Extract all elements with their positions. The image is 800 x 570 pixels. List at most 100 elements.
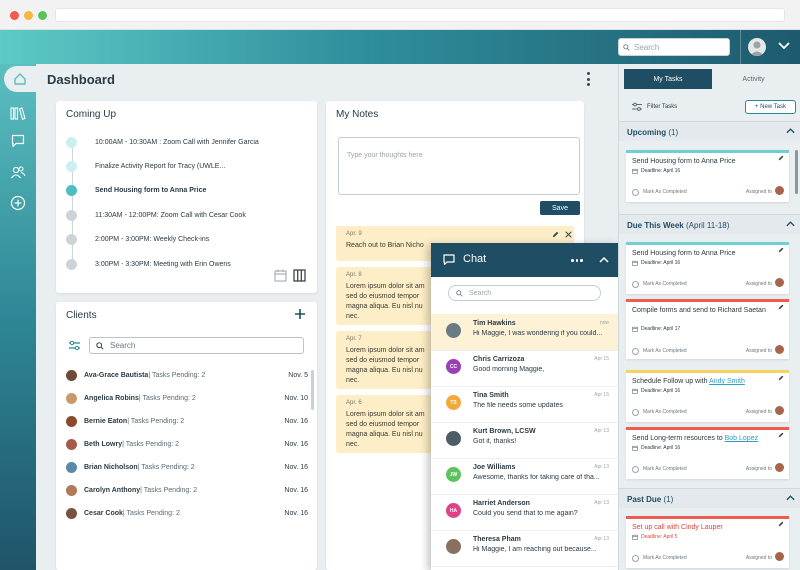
mark-completed-checkbox[interactable]: Mark As Completed bbox=[632, 347, 722, 355]
calendar-icon[interactable] bbox=[274, 269, 287, 282]
task-status-strip bbox=[626, 427, 789, 430]
edit-pencil-icon[interactable] bbox=[778, 155, 784, 161]
edit-pencil-icon[interactable] bbox=[778, 432, 784, 438]
task-card[interactable]: Send Long-term resources to Bob Lopez Dea… bbox=[626, 427, 789, 479]
task-card[interactable]: Send Housing form to Anna Price Deadline:… bbox=[626, 150, 789, 202]
chat-message-row[interactable]: Theresa Pham Hi Maggie, I am reaching out… bbox=[431, 530, 618, 567]
chevron-down-icon[interactable] bbox=[778, 42, 790, 50]
filter-sliders-icon[interactable] bbox=[631, 102, 643, 112]
mark-completed-checkbox[interactable]: Mark As Completed bbox=[632, 280, 722, 288]
new-task-button[interactable]: + New Task bbox=[745, 100, 796, 114]
client-row[interactable]: Angelica Robins | Tasks Pending: 2 Nov. 1… bbox=[66, 391, 308, 405]
user-avatar[interactable] bbox=[748, 38, 766, 56]
filter-sliders-icon[interactable] bbox=[68, 340, 81, 352]
section-upcoming-label: Upcoming bbox=[627, 128, 667, 137]
address-bar[interactable] bbox=[55, 8, 785, 22]
chat-message-row[interactable]: Tim Hawkins Hi Maggie, I was wondering if… bbox=[431, 314, 618, 351]
chevron-up-icon[interactable] bbox=[786, 127, 795, 134]
mark-completed-checkbox[interactable]: Mark As Completed bbox=[632, 554, 722, 562]
timeline-item[interactable]: 10:00AM - 10:30AM : Zoom Call with Jenni… bbox=[66, 135, 306, 149]
client-row[interactable]: Ava-Grace Bautista | Tasks Pending: 2 Nov… bbox=[66, 368, 308, 382]
timeline-item[interactable]: Finalize Activity Report for Tracy (UWLE… bbox=[66, 159, 306, 173]
calendar-icon bbox=[632, 445, 638, 451]
nav-library[interactable] bbox=[9, 104, 27, 122]
chat-sender-name: Joe Williams bbox=[473, 464, 516, 471]
chat-more-icon[interactable] bbox=[571, 259, 583, 262]
timeline-item[interactable]: 11:30AM - 12:00PM: Zoom Call with Cesar … bbox=[66, 208, 306, 222]
chevron-up-icon[interactable] bbox=[786, 220, 795, 227]
assignee-avatar[interactable] bbox=[775, 406, 784, 415]
tab-activity[interactable]: Activity bbox=[712, 69, 795, 89]
client-row[interactable]: Beth Lowry | Tasks Pending: 2 Nov. 16 bbox=[66, 437, 308, 451]
client-date: Nov. 16 bbox=[284, 509, 308, 517]
assignee-avatar[interactable] bbox=[775, 186, 784, 195]
filter-tasks-label[interactable]: Filter Tasks bbox=[647, 104, 677, 110]
edit-pencil-icon[interactable] bbox=[778, 375, 784, 381]
section-past-due-label: Past Due bbox=[627, 495, 662, 504]
chat-message-row[interactable]: HA Harriet Anderson Could you send that to… bbox=[431, 494, 618, 531]
task-card[interactable]: Schedule Follow up with Andy Smith Deadli… bbox=[626, 370, 789, 422]
assignee-avatar[interactable] bbox=[775, 278, 784, 287]
timeline-item-text: Finalize Activity Report for Tracy (UWLE… bbox=[95, 162, 226, 170]
chat-avatar bbox=[446, 323, 461, 338]
nav-messages[interactable] bbox=[9, 132, 27, 150]
coming-up-card: Coming Up 10:00AM - 10:30AM : Zoom Call … bbox=[56, 101, 317, 293]
mark-completed-checkbox[interactable]: Mark As Completed bbox=[632, 408, 722, 416]
edit-pencil-icon[interactable] bbox=[778, 304, 784, 310]
chat-message-time: Apr 13 bbox=[594, 500, 609, 506]
chevron-up-icon[interactable] bbox=[599, 256, 609, 263]
timeline-item[interactable]: 2:00PM - 3:00PM: Weekly Check-ins bbox=[66, 232, 306, 246]
client-row[interactable]: Cesar Cook | Tasks Pending: 2 Nov. 16 bbox=[66, 506, 308, 520]
task-card[interactable]: Send Housing form to Anna Price Deadline:… bbox=[626, 242, 789, 294]
window-close-dot[interactable] bbox=[10, 11, 19, 20]
chat-message-row[interactable]: TS Tina Smith The file needs some updates A… bbox=[431, 386, 618, 423]
edit-pencil-icon[interactable] bbox=[552, 231, 559, 238]
edit-pencil-icon[interactable] bbox=[778, 521, 784, 527]
clients-scrollbar[interactable] bbox=[311, 370, 314, 410]
timeline-item[interactable]: Send Housing form to Anna Price bbox=[66, 183, 306, 197]
chat-message-row[interactable]: Kurt Brown, LCSW Got it, thanks! Apr 13 bbox=[431, 422, 618, 459]
chevron-up-icon[interactable] bbox=[786, 494, 795, 501]
more-options-icon[interactable] bbox=[584, 72, 592, 86]
client-row[interactable]: Carolyn Anthony | Tasks Pending: 2 Nov. 1… bbox=[66, 483, 308, 497]
section-upcoming[interactable]: Upcoming (1) bbox=[619, 121, 800, 141]
window-minimize-dot[interactable] bbox=[24, 11, 33, 20]
assignee-avatar[interactable] bbox=[775, 552, 784, 561]
nav-home[interactable] bbox=[4, 66, 36, 92]
task-client-link[interactable]: Bob Lopez bbox=[725, 435, 758, 442]
task-status-strip bbox=[626, 242, 789, 245]
nav-add[interactable] bbox=[9, 194, 27, 212]
mark-completed-checkbox[interactable]: Mark As Completed bbox=[632, 188, 722, 196]
client-row[interactable]: Brian Nicholson | Tasks Pending: 2 Nov. 1… bbox=[66, 460, 308, 474]
columns-view-icon[interactable] bbox=[293, 269, 306, 282]
window-zoom-dot[interactable] bbox=[38, 11, 47, 20]
add-client-icon[interactable] bbox=[294, 308, 306, 320]
close-icon[interactable] bbox=[565, 231, 572, 238]
global-search-input[interactable]: Search bbox=[618, 38, 730, 56]
tab-my-tasks[interactable]: My Tasks bbox=[624, 69, 712, 89]
client-date: Nov. 16 bbox=[284, 486, 308, 494]
save-note-button[interactable]: Save bbox=[540, 201, 580, 215]
mark-completed-label: Mark As Completed bbox=[643, 409, 687, 415]
client-tasks-pending: | Tasks Pending: 2 bbox=[127, 417, 185, 425]
task-client-link[interactable]: Andy Smith bbox=[709, 378, 745, 385]
note-textarea[interactable]: Type your thoughts here bbox=[338, 137, 580, 195]
chat-search-input[interactable]: Search bbox=[448, 285, 601, 301]
tasks-scrollbar[interactable] bbox=[795, 150, 798, 194]
assignee-avatar[interactable] bbox=[775, 463, 784, 472]
clients-search-input[interactable]: Search bbox=[89, 337, 304, 354]
chat-message-row[interactable]: JW Joe Williams Awesome, thanks for taking… bbox=[431, 458, 618, 495]
nav-clients[interactable] bbox=[9, 163, 27, 181]
assignee-avatar[interactable] bbox=[775, 345, 784, 354]
mark-completed-checkbox[interactable]: Mark As Completed bbox=[632, 465, 722, 473]
edit-pencil-icon[interactable] bbox=[778, 247, 784, 253]
search-icon bbox=[456, 289, 463, 297]
section-past-due[interactable]: Past Due (1) bbox=[619, 488, 800, 508]
section-due-this-week[interactable]: Due This Week (April 11-18) bbox=[619, 214, 800, 234]
task-card[interactable]: Compile forms and send to Richard Saetan… bbox=[626, 299, 789, 359]
task-card[interactable]: Set up call with Cindy Lauper Deadline: A… bbox=[626, 516, 789, 568]
message-icon bbox=[11, 134, 25, 148]
client-row[interactable]: Bernie Eaton | Tasks Pending: 2 Nov. 16 bbox=[66, 414, 308, 428]
timeline-item[interactable]: 3:00PM - 3:30PM: Meeting with Erin Owens bbox=[66, 257, 306, 271]
chat-message-row[interactable]: CC Chris Carrizoza Good morning Maggie, Apr… bbox=[431, 350, 618, 387]
